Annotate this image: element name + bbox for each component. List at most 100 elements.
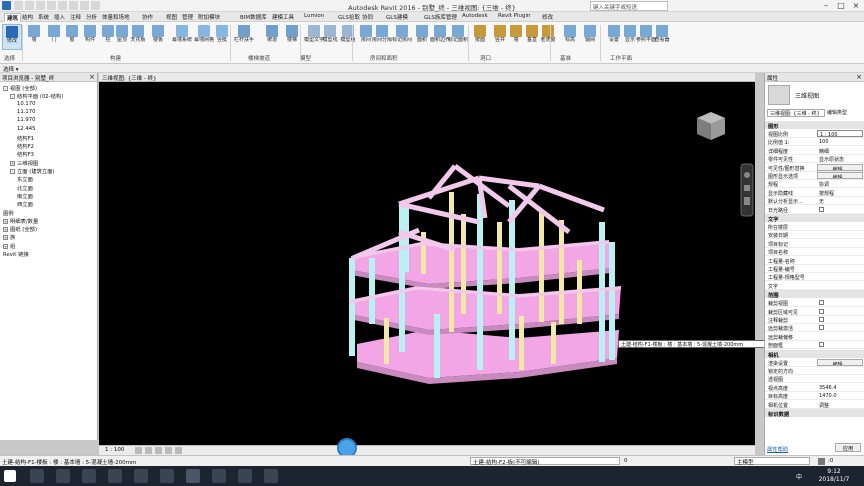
- ribbon-button-2[interactable]: 门: [44, 24, 64, 50]
- tab-16[interactable]: GLS建模: [384, 13, 410, 22]
- tree-item[interactable]: 东立面: [17, 175, 33, 183]
- ribbon-button-12[interactable]: 栏杆扶手: [234, 24, 254, 50]
- tree-item[interactable]: Revit 链接: [3, 250, 29, 258]
- tab-18[interactable]: Autodesk: [460, 13, 490, 22]
- apply-button[interactable]: 应用: [835, 443, 861, 452]
- ribbon-button-8[interactable]: 楼板: [148, 24, 168, 50]
- tree-item[interactable]: + 三维视图: [10, 159, 38, 167]
- property-checkbox[interactable]: [819, 317, 824, 322]
- ribbon-button-3[interactable]: 窗: [62, 24, 82, 50]
- view-cube[interactable]: [697, 112, 725, 140]
- view-scale[interactable]: 1 : 100: [105, 447, 124, 453]
- ribbon-button-11[interactable]: 竖梃: [212, 24, 232, 50]
- filter-icon[interactable]: [818, 458, 825, 465]
- tab-2[interactable]: 系统: [36, 13, 51, 22]
- shadows-icon[interactable]: [165, 447, 172, 454]
- mail-icon[interactable]: [134, 469, 148, 483]
- property-category[interactable]: 图形: [765, 121, 864, 130]
- property-category[interactable]: 标识数据: [765, 409, 864, 418]
- expand-icon[interactable]: +: [3, 243, 8, 249]
- property-checkbox[interactable]: [819, 325, 824, 331]
- search-input[interactable]: 键入关键字或短语: [590, 1, 668, 11]
- tab-7[interactable]: 协作: [140, 13, 155, 22]
- clock-time[interactable]: 9:12: [814, 468, 854, 475]
- ribbon-button-4[interactable]: 构件: [80, 24, 100, 50]
- close-icon[interactable]: ×: [856, 73, 862, 81]
- tree-item[interactable]: 北立面: [17, 184, 33, 192]
- ribbon-button-0[interactable]: 修改: [2, 24, 22, 50]
- tab-14[interactable]: GLS拾取: [336, 13, 362, 22]
- ribbon-button-34[interactable]: 查看器: [652, 24, 672, 50]
- task-view-icon[interactable]: [30, 469, 44, 483]
- ime-indicator[interactable]: 中: [796, 472, 802, 481]
- tab-0[interactable]: 建筑: [4, 13, 22, 22]
- tree-item[interactable]: 11.970: [17, 117, 36, 123]
- ribbon-button-22[interactable]: 面积边界: [430, 24, 450, 50]
- ribbon-button-23[interactable]: 标记面积: [448, 24, 468, 50]
- tree-item[interactable]: 结构F3: [17, 150, 34, 158]
- tab-9[interactable]: 管理: [180, 13, 195, 22]
- tree-item[interactable]: + 明细表/数量: [3, 217, 38, 225]
- property-checkbox[interactable]: [819, 342, 824, 348]
- tab-6[interactable]: 体量和场地: [100, 13, 132, 22]
- explorer-icon[interactable]: [82, 469, 96, 483]
- 3d-viewport[interactable]: [99, 82, 755, 445]
- select-dropdown[interactable]: 选择 ▾: [3, 65, 19, 73]
- ribbon-button-17[interactable]: 模型组: [338, 24, 358, 50]
- qq-icon[interactable]: [238, 469, 252, 483]
- property-checkbox[interactable]: [819, 300, 824, 306]
- ribbon-button-29[interactable]: 标高: [560, 24, 580, 50]
- tree-item[interactable]: 西立面: [17, 200, 33, 208]
- sun-path-icon[interactable]: [155, 447, 162, 454]
- detail-level-icon[interactable]: [135, 447, 142, 454]
- tab-19[interactable]: Revit Plugin: [496, 13, 532, 22]
- ribbon-button-9[interactable]: 幕墙系统: [172, 24, 192, 50]
- view-tab[interactable]: 三维视图: {三维 - 终}: [99, 73, 755, 82]
- property-category[interactable]: 文字: [765, 214, 864, 223]
- tab-5[interactable]: 分析: [84, 13, 99, 22]
- tree-item[interactable]: 结构F2: [17, 142, 34, 150]
- tree-item[interactable]: 11.170: [17, 109, 36, 115]
- close-button[interactable]: ×: [848, 0, 864, 12]
- tab-1[interactable]: 结构: [20, 13, 35, 22]
- tree-item[interactable]: + 图纸 (全部): [3, 225, 37, 233]
- tab-8[interactable]: 视图: [164, 13, 179, 22]
- tree-item[interactable]: + 组: [3, 242, 15, 250]
- tab-4[interactable]: 注释: [68, 13, 83, 22]
- tab-12[interactable]: 建模工具: [270, 13, 296, 22]
- instance-selector[interactable]: 三维视图: {三维 - 终}: [767, 109, 825, 117]
- ribbon-button-7[interactable]: 天花板: [128, 24, 148, 50]
- ribbon-button-16[interactable]: 模型线: [320, 24, 340, 50]
- property-edit-button[interactable]: 编辑...: [817, 163, 863, 171]
- tree-item[interactable]: - 视图 (全部): [3, 84, 37, 92]
- building-model[interactable]: [99, 82, 755, 445]
- crop-view-icon[interactable]: [175, 447, 182, 454]
- expand-icon[interactable]: +: [3, 235, 8, 241]
- minimize-button[interactable]: –: [818, 0, 834, 12]
- ribbon-button-19[interactable]: 房间分隔: [372, 24, 392, 50]
- maximize-button[interactable]: □: [833, 0, 849, 12]
- tab-13[interactable]: Lumion: [302, 13, 326, 22]
- close-icon[interactable]: ×: [89, 73, 95, 81]
- edit-type-button[interactable]: 编辑类型: [827, 109, 863, 117]
- revit-taskbar-icon[interactable]: [186, 469, 200, 483]
- edge-icon[interactable]: [56, 469, 70, 483]
- active-workset[interactable]: 土建-结构-F2-板(不可编辑): [470, 457, 620, 466]
- collapse-icon[interactable]: -: [3, 86, 8, 91]
- expand-icon[interactable]: +: [10, 160, 15, 166]
- chrome-icon[interactable]: [212, 469, 226, 483]
- tab-3[interactable]: 插入: [52, 13, 67, 22]
- property-edit-button[interactable]: 编辑...: [817, 172, 863, 179]
- clock-date[interactable]: 2018/11/7: [814, 476, 854, 483]
- ribbon-button-28[interactable]: 老虎窗: [538, 24, 558, 50]
- property-checkbox[interactable]: [819, 206, 824, 212]
- ribbon-button-13[interactable]: 坡道: [262, 24, 282, 50]
- property-category[interactable]: 范围: [765, 290, 864, 299]
- tree-item[interactable]: - 结构平面 (02-结构): [10, 92, 63, 100]
- tree-item[interactable]: 结构F1: [17, 134, 34, 142]
- property-checkbox[interactable]: [819, 308, 824, 314]
- media-icon[interactable]: [160, 469, 174, 483]
- ribbon-button-10[interactable]: 幕墙网格: [194, 24, 214, 50]
- property-edit-button[interactable]: 编辑...: [817, 358, 863, 366]
- tab-10[interactable]: 附加模块: [196, 13, 222, 22]
